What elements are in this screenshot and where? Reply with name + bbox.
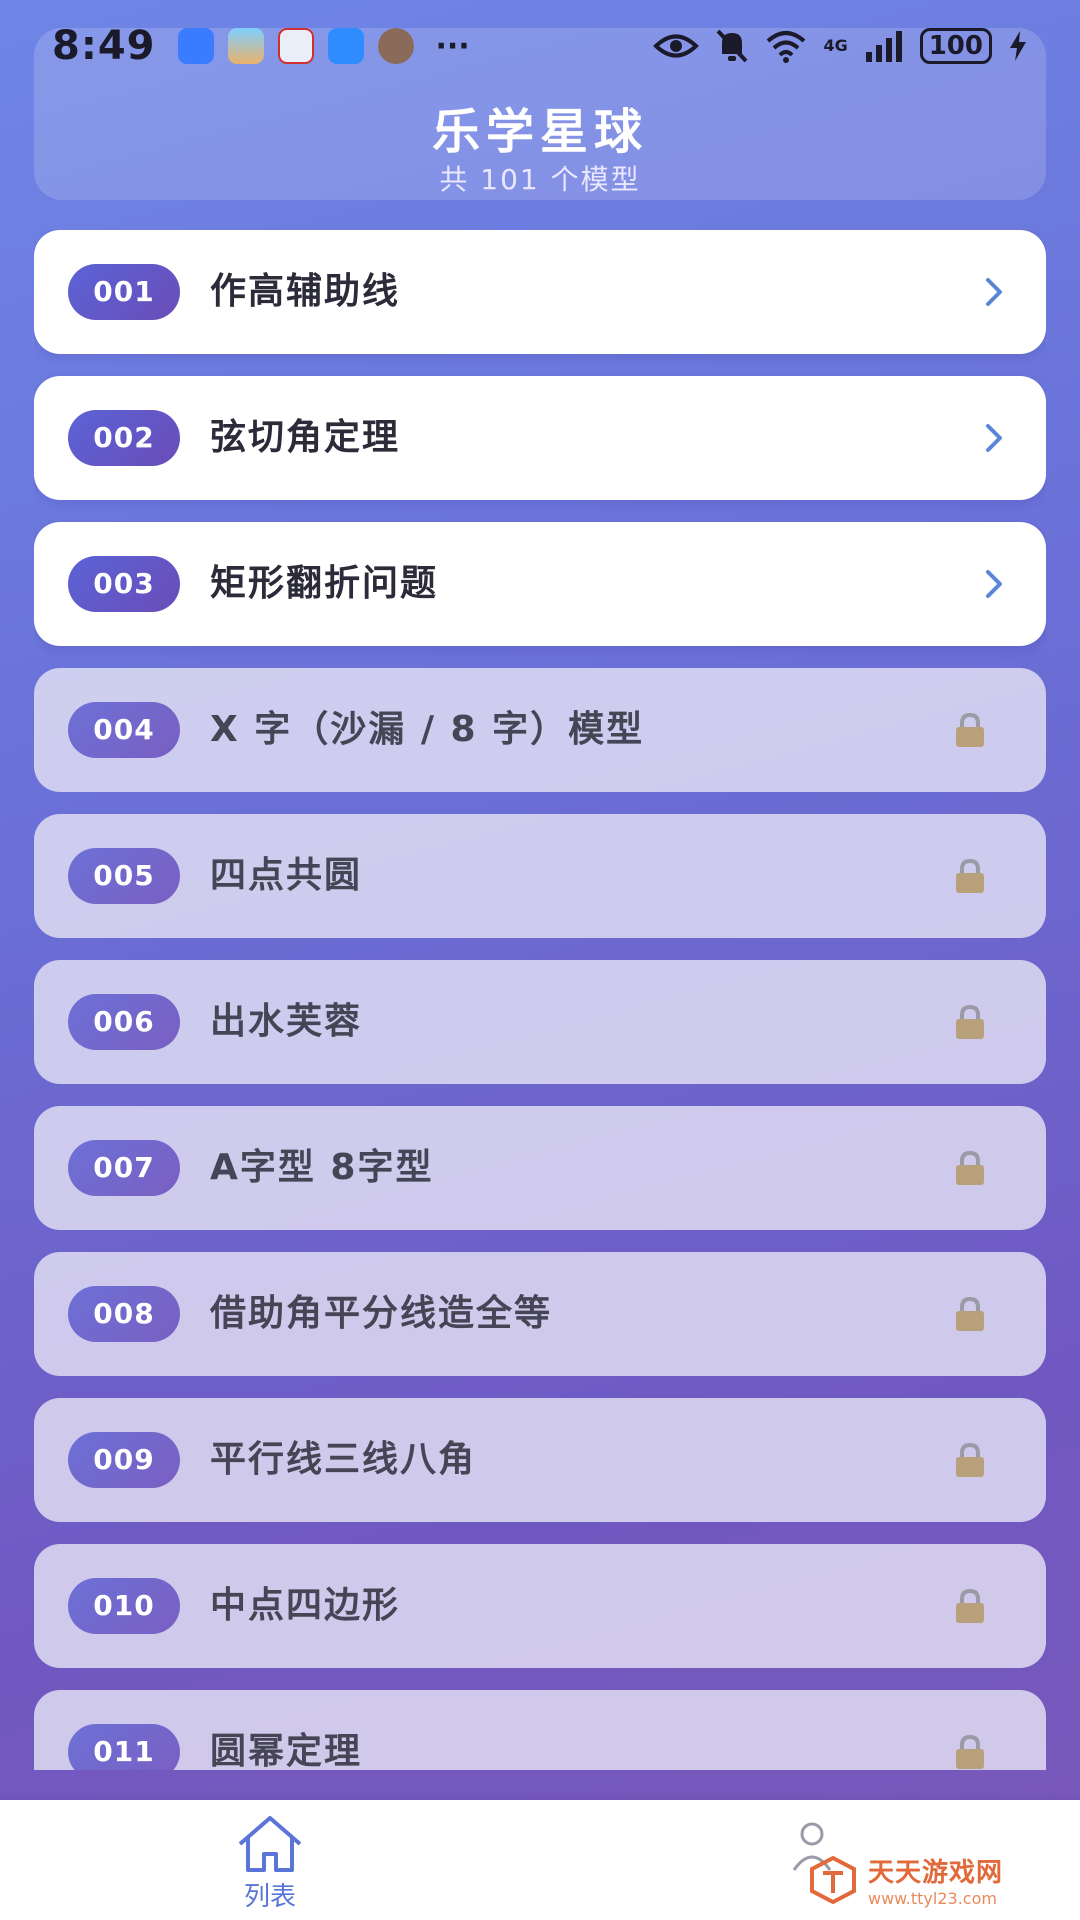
wifi-icon — [767, 31, 806, 63]
item-number-badge: 001 — [68, 264, 180, 320]
photo-app-icon — [227, 28, 264, 64]
item-number-badge: 005 — [68, 848, 180, 904]
eye-icon — [653, 34, 700, 58]
item-title: 矩形翻折问题 — [210, 563, 439, 604]
item-number-badge: 011 — [68, 1724, 180, 1770]
item-number-badge: 004 — [68, 702, 180, 758]
list-item[interactable]: 011 圆幂定理 — [34, 1690, 1046, 1770]
item-title: 作高辅助线 — [210, 271, 401, 312]
chevron-right-icon — [986, 424, 1002, 452]
model-list[interactable]: 001 作高辅助线 002 弦切角定理 003 矩形翻折问题 004 X 字（沙… — [34, 230, 1046, 1770]
lock-icon — [956, 858, 984, 893]
item-number-badge: 007 — [68, 1140, 180, 1196]
item-title: 平行线三线八角 — [210, 1439, 477, 1480]
item-number-badge: 009 — [68, 1432, 180, 1488]
item-number-badge: 008 — [68, 1286, 180, 1342]
item-title: A字型 8字型 — [210, 1147, 434, 1188]
item-title: 借助角平分线造全等 — [210, 1293, 553, 1334]
watermark: 天天游戏网 www.ttyl23.com — [808, 1852, 1048, 1908]
list-item[interactable]: 009 平行线三线八角 — [34, 1398, 1046, 1522]
item-title: 出水芙蓉 — [210, 1001, 363, 1042]
lock-icon — [956, 1150, 984, 1185]
chevron-right-icon — [986, 570, 1002, 598]
item-title: 中点四边形 — [210, 1585, 401, 1626]
watermark-text: 天天游戏网 www.ttyl23.com — [868, 1852, 1003, 1908]
network-type: 4G — [823, 36, 848, 55]
list-item[interactable]: 008 借助角平分线造全等 — [34, 1252, 1046, 1376]
nav-tab-list[interactable]: 列表 — [230, 1814, 310, 1914]
list-item[interactable]: 001 作高辅助线 — [34, 230, 1046, 354]
usb-icon — [177, 28, 214, 64]
status-right: 4G 100 — [653, 28, 1028, 64]
item-title: 圆幂定理 — [210, 1731, 363, 1770]
item-number-badge: 010 — [68, 1578, 180, 1634]
avatar-app-icon — [377, 28, 414, 64]
item-number-badge: 006 — [68, 994, 180, 1050]
battery-indicator: 100 — [919, 28, 992, 64]
message-app-icon — [327, 28, 364, 64]
chevron-right-icon — [986, 278, 1002, 306]
lock-icon — [956, 1296, 984, 1331]
watermark-title: 天天游戏网 — [868, 1858, 1004, 1888]
lock-icon — [956, 1442, 984, 1477]
item-title: X 字（沙漏 / 8 字）模型 — [210, 709, 645, 750]
lock-icon — [956, 1004, 984, 1039]
nav-tab-list-label: 列表 — [243, 1882, 296, 1912]
bell-off-icon — [716, 29, 748, 63]
status-bar: 8:49 ··· 4G 100 — [0, 0, 1080, 92]
notification-icons: ··· — [177, 28, 470, 64]
more-notifications-icon: ··· — [435, 28, 470, 64]
item-title: 弦切角定理 — [210, 417, 401, 458]
list-item[interactable]: 007 A字型 8字型 — [34, 1106, 1046, 1230]
item-number-badge: 003 — [68, 556, 180, 612]
lock-icon — [956, 712, 984, 747]
item-title: 四点共圆 — [210, 855, 363, 896]
lock-icon — [956, 1734, 984, 1769]
model-count: 共 101 个模型 — [439, 163, 641, 196]
list-item[interactable]: 003 矩形翻折问题 — [34, 522, 1046, 646]
list-item[interactable]: 004 X 字（沙漏 / 8 字）模型 — [34, 668, 1046, 792]
charging-icon — [1010, 31, 1026, 61]
status-time: 8:49 — [52, 23, 156, 69]
home-icon — [238, 1816, 302, 1872]
list-item[interactable]: 006 出水芙蓉 — [34, 960, 1046, 1084]
lock-icon — [956, 1588, 984, 1623]
list-item[interactable]: 002 弦切角定理 — [34, 376, 1046, 500]
item-number-badge: 002 — [68, 410, 180, 466]
app-title: 乐学星球 — [431, 104, 648, 160]
watermark-logo-icon — [810, 1855, 856, 1905]
list-item[interactable]: 005 四点共圆 — [34, 814, 1046, 938]
mail-app-icon — [277, 28, 314, 64]
list-item[interactable]: 010 中点四边形 — [34, 1544, 1046, 1668]
watermark-url: www.ttyl23.com — [868, 1889, 997, 1908]
signal-icon — [865, 31, 902, 62]
